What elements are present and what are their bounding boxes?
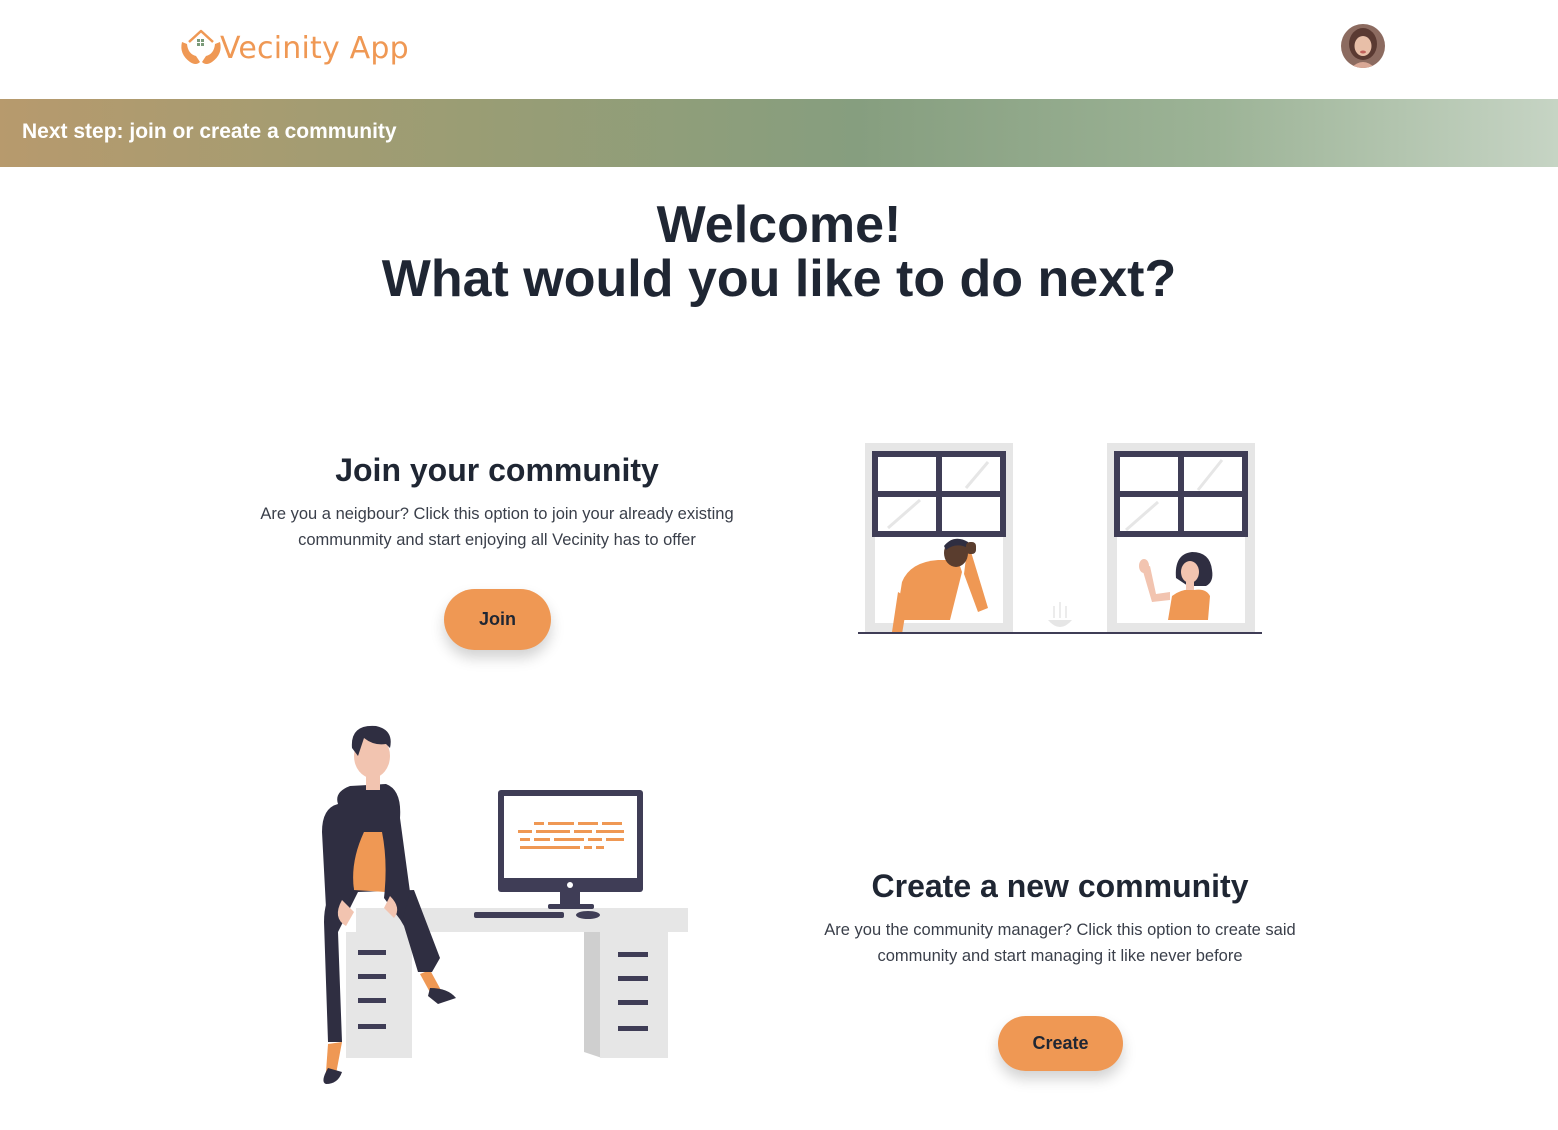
right-drawers <box>600 932 668 1058</box>
keyboard <box>474 912 564 918</box>
app-name: Vecinity App <box>220 30 409 66</box>
welcome-heading: Welcome! What would you like to do next? <box>0 198 1558 306</box>
desk-illustration <box>322 725 688 1084</box>
welcome-line-1: Welcome! <box>656 196 902 254</box>
join-description: Are you a neigbour? Click this option to… <box>197 501 797 553</box>
next-step-text: Next step: join or create a community <box>22 120 397 143</box>
create-description-line-2: community and start managing it like nev… <box>877 947 1243 965</box>
join-description-line-1: Are you a neigbour? Click this option to… <box>260 505 734 523</box>
app-logo[interactable]: Vecinity App <box>176 20 409 70</box>
top-navbar: Vecinity App <box>0 0 1558 99</box>
create-title: Create a new community <box>871 868 1249 904</box>
join-description-line-2: communmity and start enjoying all Vecini… <box>298 531 696 549</box>
create-description-line-1: Are you the community manager? Click thi… <box>824 921 1296 939</box>
user-avatar[interactable] <box>1341 24 1385 68</box>
next-step-banner: Next step: join or create a community <box>0 99 1558 167</box>
mouse <box>576 911 600 919</box>
join-title: Join your community <box>335 452 659 488</box>
create-button[interactable]: Create <box>998 1016 1123 1071</box>
create-description: Are you the community manager? Click thi… <box>760 917 1360 969</box>
hands-house-icon <box>181 29 221 64</box>
join-button[interactable]: Join <box>444 589 551 650</box>
avatar-image <box>1341 24 1385 68</box>
neighbours-illustration <box>858 443 1262 634</box>
welcome-line-2: What would you like to do next? <box>381 250 1177 308</box>
bowl <box>1048 620 1072 627</box>
